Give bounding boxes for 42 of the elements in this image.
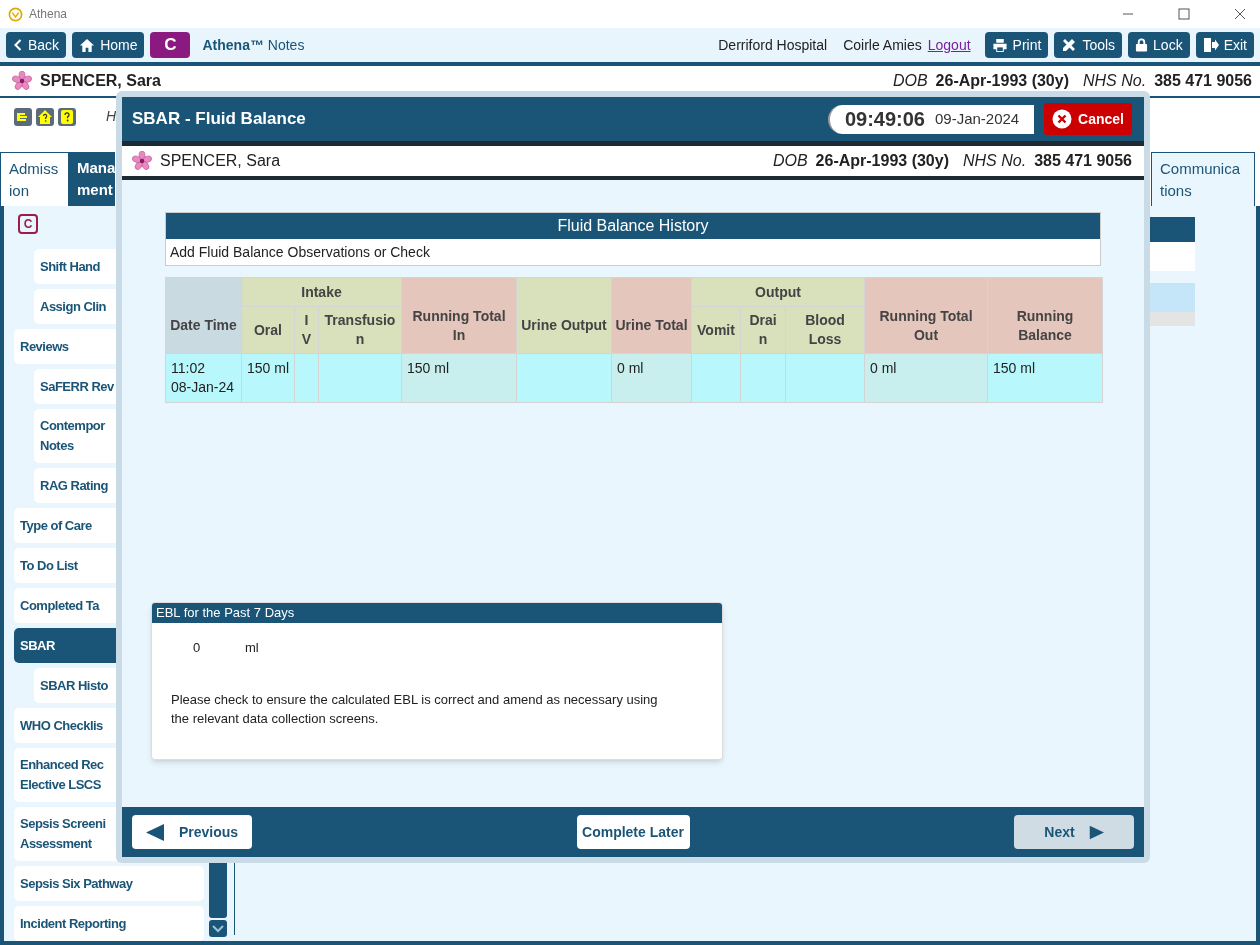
time-text: 09:49:06 <box>844 107 925 132</box>
dob-label: DOB <box>772 151 808 171</box>
header-text: H <box>106 107 117 126</box>
table-cell: 0 ml <box>611 353 692 403</box>
dialog-title: SBAR - Fluid Balance <box>132 108 306 131</box>
column-group-header: Intake <box>241 277 402 307</box>
table-cell: 11:02 08-Jan-24 <box>165 353 242 403</box>
column-header: Running Balance <box>987 277 1103 354</box>
hospital-name: Derriford Hospital <box>718 35 828 55</box>
table-cell: 150 ml <box>401 353 517 403</box>
nhs-value: 385 471 9056 <box>1154 71 1252 91</box>
column-header: Blood Loss <box>785 306 865 354</box>
dob-value: 26-Apr-1993 (30y) <box>935 71 1069 91</box>
window-title: Athena <box>29 6 68 23</box>
ebl-value: 0 <box>193 639 202 657</box>
section-header: Fluid Balance History <box>166 213 1100 239</box>
table-cell: 150 ml <box>987 353 1103 403</box>
app-name: Athena™ Notes <box>202 35 305 55</box>
dob-label: DOB <box>892 71 928 91</box>
column-header: Transfusio n <box>318 306 402 354</box>
column-header: Urine Output <box>516 277 612 354</box>
column-header: Urine Total <box>611 277 692 354</box>
user-name: Coirle Amies <box>843 35 922 55</box>
table-cell: 150 ml <box>241 353 295 403</box>
column-header: Date Time <box>165 277 242 354</box>
column-header: Running Total Out <box>864 277 988 354</box>
sidebar-badge: C <box>18 214 38 234</box>
date-text: 09-Jan-2024 <box>935 108 1020 129</box>
dob-value: 26-Apr-1993 (30y) <box>815 151 949 171</box>
column-header: Drai n <box>740 306 786 354</box>
patient-name: SPENCER, Sara <box>40 71 161 91</box>
card-header: EBL for the Past 7 Days <box>152 603 722 623</box>
column-header: Running Total In <box>401 277 517 354</box>
column-group-header: Output <box>691 277 865 307</box>
table-cell: 0 ml <box>864 353 988 403</box>
nhs-label: NHS No. <box>963 151 1027 171</box>
nhs-value: 385 471 9056 <box>1034 151 1132 171</box>
column-header: Vomit <box>691 306 741 354</box>
column-header: Oral <box>241 306 295 354</box>
nhs-label: NHS No. <box>1083 71 1147 91</box>
patient-name: SPENCER, Sara <box>160 151 281 171</box>
ebl-unit: ml <box>245 639 259 657</box>
